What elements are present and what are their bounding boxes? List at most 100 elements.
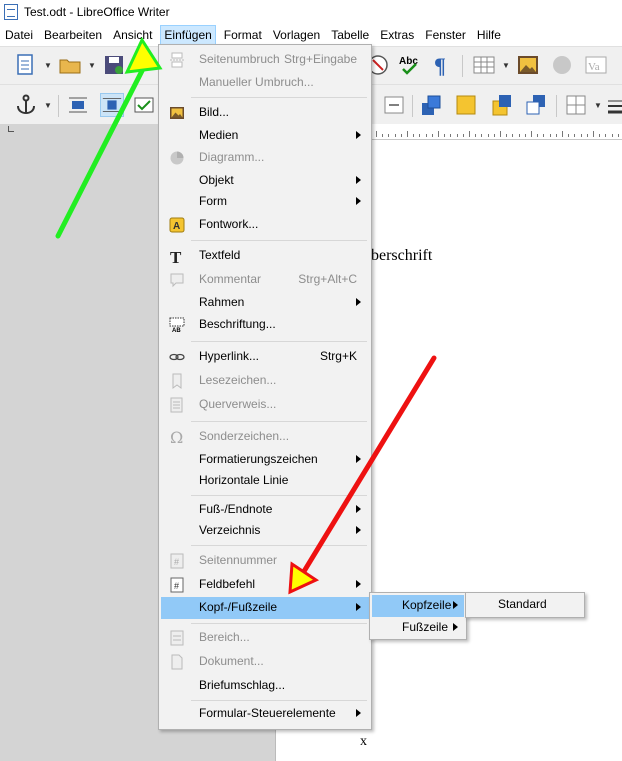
new-document-icon[interactable] xyxy=(14,53,38,77)
menu-item-fontwork[interactable]: A Fontwork... xyxy=(161,214,369,236)
svg-text:A: A xyxy=(173,221,180,232)
menu-item-kopf-fusszeile[interactable]: Kopf-/Fußzeile xyxy=(161,597,369,619)
submenu-item-kopfzeile[interactable]: Kopfzeile xyxy=(372,595,464,617)
menu-tabelle[interactable]: Tabelle xyxy=(328,25,372,45)
insert-table-icon[interactable] xyxy=(472,53,496,77)
menu-vorlagen[interactable]: Vorlagen xyxy=(270,25,323,45)
menu-item-seitennummer[interactable]: # Seitennummer xyxy=(161,550,369,572)
hyperlink-icon xyxy=(169,353,185,361)
anchor-icon[interactable] xyxy=(14,93,38,117)
menu-einfuegen[interactable]: Einfügen xyxy=(160,25,216,45)
open-dropdown-icon[interactable]: ▼ xyxy=(88,61,96,70)
menu-item-hyperlink[interactable]: Hyperlink... Strg+K xyxy=(161,346,369,368)
menu-item-feldbefehl[interactable]: # Feldbefehl xyxy=(161,574,369,596)
submenu-item-fusszeile[interactable]: Fußzeile xyxy=(372,617,464,639)
menu-item-verzeichnis[interactable]: Verzeichnis xyxy=(161,520,369,542)
image-icon xyxy=(170,107,184,119)
anchor-dropdown-icon[interactable]: ▼ xyxy=(44,101,52,110)
ruler-tick xyxy=(562,131,563,137)
menu-item-formular-steuerelemente[interactable]: Formular-Steuerelemente xyxy=(161,703,369,725)
ruler-tick xyxy=(580,134,582,137)
menu-item-formatierungszeichen[interactable]: Formatierungszeichen xyxy=(161,449,369,471)
insert-menu: Seitenumbruch Strg+Eingabe Manueller Umb… xyxy=(158,44,372,730)
menu-item-beschriftung[interactable]: AB Beschriftung... xyxy=(161,314,369,336)
open-folder-icon[interactable] xyxy=(58,53,82,77)
ruler-tick xyxy=(493,134,495,137)
menu-item-kommentar[interactable]: Kommentar Strg+Alt+C xyxy=(161,269,369,291)
border-style-icon[interactable] xyxy=(606,93,622,117)
window-title: Test.odt - LibreOffice Writer xyxy=(24,5,170,19)
back-one-icon[interactable] xyxy=(490,93,514,117)
wrap-off-icon[interactable] xyxy=(66,93,90,117)
menu-item-textfeld[interactable]: T Textfeld xyxy=(161,245,369,267)
insert-chart-icon[interactable] xyxy=(550,53,574,77)
menu-item-rahmen[interactable]: Rahmen xyxy=(161,292,369,314)
wrap-page-icon[interactable] xyxy=(100,93,124,117)
svg-text:¶: ¶ xyxy=(434,53,446,77)
insert-fontwork-icon[interactable]: Va xyxy=(584,53,608,77)
menu-item-objekt[interactable]: Objekt xyxy=(161,170,369,192)
ruler-tick xyxy=(599,134,601,137)
menu-item-manueller-umbruch[interactable]: Manueller Umbruch... xyxy=(161,72,369,94)
svg-text:T: T xyxy=(170,248,182,264)
svg-text:#: # xyxy=(174,557,179,567)
menu-item-fuss-endnote[interactable]: Fuß-/Endnote xyxy=(161,499,369,521)
ruler-corner xyxy=(8,126,14,132)
menu-item-medien[interactable]: Medien xyxy=(161,125,369,147)
menu-item-sonderzeichen[interactable]: Ω Sonderzeichen... xyxy=(161,426,369,448)
ruler-tick xyxy=(444,134,446,137)
menu-item-querverweis[interactable]: Querverweis... xyxy=(161,394,369,416)
menu-item-form[interactable]: Form xyxy=(161,191,369,213)
menu-bearbeiten[interactable]: Bearbeiten xyxy=(41,25,105,45)
formatting-marks-icon[interactable]: ¶ xyxy=(430,53,454,77)
menu-datei[interactable]: Datei xyxy=(2,25,36,45)
menu-hilfe[interactable]: Hilfe xyxy=(474,25,504,45)
submenu-arrow-icon xyxy=(453,601,458,609)
submenu-arrow-icon xyxy=(356,526,361,534)
bring-to-front-icon[interactable] xyxy=(420,93,444,117)
document-icon xyxy=(171,654,183,670)
forward-one-icon[interactable] xyxy=(454,93,478,117)
submenu-item-standard[interactable]: Standard xyxy=(468,594,582,616)
submenu-arrow-icon xyxy=(356,197,361,205)
table-dropdown-icon[interactable]: ▼ xyxy=(502,61,510,70)
spellcheck-icon[interactable]: Abc xyxy=(398,53,422,77)
menu-extras[interactable]: Extras xyxy=(377,25,417,45)
ruler-tick xyxy=(481,134,483,137)
document-heading[interactable]: berschrift xyxy=(371,247,432,265)
menu-item-horizontale-linie[interactable]: Horizontale Linie xyxy=(161,470,369,492)
new-dropdown-icon[interactable]: ▼ xyxy=(44,61,52,70)
ruler-tick xyxy=(413,134,415,137)
align-center-icon[interactable] xyxy=(382,93,406,117)
insert-image-icon[interactable] xyxy=(516,53,540,77)
horizontal-ruler[interactable] xyxy=(370,124,622,140)
ruler-tick xyxy=(419,134,421,137)
menu-item-bereich[interactable]: Bereich... xyxy=(161,627,369,649)
menu-ansicht[interactable]: Ansicht xyxy=(110,25,155,45)
submenu-arrow-icon xyxy=(356,455,361,463)
send-to-back-icon[interactable] xyxy=(524,93,548,117)
ruler-tick xyxy=(400,134,402,137)
wrap-optimal-icon[interactable] xyxy=(132,93,156,117)
menu-item-dokument[interactable]: Dokument... xyxy=(161,651,369,673)
ruler-tick xyxy=(543,134,545,137)
menu-item-lesezeichen[interactable]: Lesezeichen... xyxy=(161,370,369,392)
menu-item-seitenumbruch[interactable]: Seitenumbruch Strg+Eingabe xyxy=(161,49,369,71)
menu-fenster[interactable]: Fenster xyxy=(422,25,469,45)
save-dropdown-icon[interactable]: ▼ xyxy=(132,61,140,70)
title-bar: Test.odt - LibreOffice Writer xyxy=(0,0,622,24)
save-icon[interactable] xyxy=(102,53,126,77)
document-text[interactable]: x xyxy=(360,734,367,750)
text-box-icon: T xyxy=(170,248,182,264)
ruler-tick xyxy=(518,134,520,137)
ruler-tick xyxy=(568,134,570,137)
svg-text:AB: AB xyxy=(172,328,181,333)
borders-dropdown-icon[interactable]: ▼ xyxy=(594,101,602,110)
menu-item-bild[interactable]: Bild... xyxy=(161,102,369,124)
menu-item-diagramm[interactable]: Diagramm... xyxy=(161,147,369,169)
borders-icon[interactable] xyxy=(564,93,588,117)
menu-format[interactable]: Format xyxy=(221,25,265,45)
menu-item-briefumschlag[interactable]: Briefumschlag... xyxy=(161,675,369,697)
ruler-tick xyxy=(512,134,514,137)
submenu-arrow-icon xyxy=(453,623,458,631)
